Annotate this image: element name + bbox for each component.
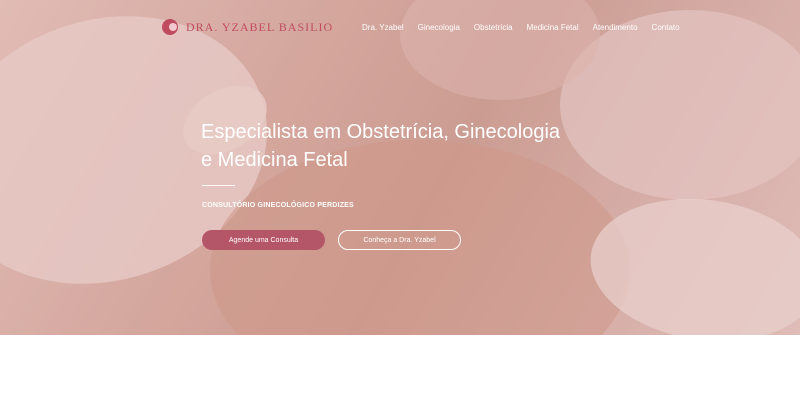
- nav-item-obstetricia[interactable]: Obstetrícia: [474, 22, 513, 34]
- logo-text: DRA. YZABEL BASILIO: [186, 19, 334, 34]
- logo[interactable]: DRA. YZABEL BASILIO: [160, 17, 333, 37]
- nav-item-dra-yzabel[interactable]: Dra. Yzabel: [362, 22, 404, 34]
- top-nav: DRA. YZABEL BASILIO Dra. Yzabel Ginecolo…: [0, 0, 800, 56]
- nav-item-contato[interactable]: Contato: [652, 22, 680, 34]
- hero-title-line2: e Medicina Fetal: [201, 149, 348, 171]
- hero-title: Especialista em Obstetrícia, Ginecologia…: [201, 118, 621, 174]
- nav-item-ginecologia[interactable]: Ginecologia: [418, 22, 460, 34]
- logo-icon: [160, 17, 180, 37]
- schedule-appointment-button[interactable]: Agende uma Consulta: [202, 230, 325, 250]
- hero-subtitle: CONSULTÓRIO GINECOLÓGICO PERDIZES: [202, 202, 354, 209]
- nav-item-medicina-fetal[interactable]: Medicina Fetal: [527, 22, 579, 34]
- main-menu: Dra. Yzabel Ginecologia Obstetrícia Medi…: [362, 22, 694, 34]
- nav-item-atendimento[interactable]: Atendimento: [593, 22, 638, 34]
- title-divider: [202, 185, 235, 186]
- meet-doctor-button[interactable]: Conheça a Dra. Yzabel: [338, 230, 461, 250]
- hero-title-line1: Especialista em Obstetrícia, Ginecologia: [201, 121, 561, 143]
